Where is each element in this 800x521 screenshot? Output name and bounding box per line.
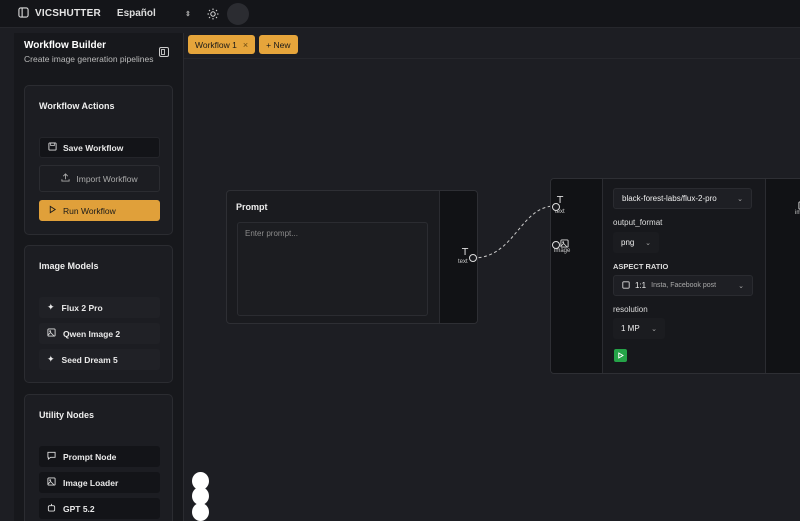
prompt-node-title: Prompt <box>236 202 268 212</box>
run-node-button[interactable] <box>614 349 627 362</box>
square-icon <box>622 280 630 291</box>
model-select[interactable]: black-forest-labs/flux-2-pro ⌄ <box>613 188 752 209</box>
prompt-textarea[interactable]: Enter prompt... <box>237 222 428 316</box>
aspect-ratio-select[interactable]: 1:1 Insta, Facebook post ⌄ <box>613 275 753 296</box>
prompt-node[interactable]: Prompt Enter prompt... T text <box>226 190 478 324</box>
aspect-ratio-value: 1:1 <box>635 281 647 290</box>
aspect-ratio-label: ASPECT RATIO <box>613 262 669 271</box>
chevron-down-icon: ⌄ <box>645 239 651 247</box>
cursor-blob <box>192 503 209 521</box>
output-format-select[interactable]: png ⌄ <box>613 232 659 253</box>
output-port-text[interactable] <box>469 254 477 262</box>
text-type-icon: T <box>462 247 469 258</box>
resolution-label: resolution <box>613 305 648 314</box>
model-node-outputs-panel: im <box>765 179 800 373</box>
model-select-value: black-forest-labs/flux-2-pro <box>622 194 717 203</box>
aspect-ratio-hint: Insta, Facebook post <box>651 282 717 289</box>
model-node-inputs-panel: T text image <box>551 179 603 373</box>
chevron-down-icon: ⌄ <box>738 282 744 290</box>
output-format-value: png <box>621 238 635 247</box>
resolution-select[interactable]: 1 MP ⌄ <box>613 318 665 339</box>
output-format-label: output_format <box>613 218 663 227</box>
flux-model-node[interactable]: T text image black-forest-labs/flux-2-pr… <box>550 178 800 374</box>
input-port-image[interactable] <box>552 241 560 249</box>
resolution-value: 1 MP <box>621 324 640 333</box>
prompt-node-output-panel: T text <box>439 191 477 323</box>
chevron-down-icon: ⌄ <box>737 195 743 203</box>
output-port-label: text <box>458 259 468 265</box>
output-port-image-label: im <box>795 210 800 216</box>
input-port-text[interactable] <box>552 203 560 211</box>
play-icon <box>618 352 624 359</box>
chevron-down-icon: ⌄ <box>651 325 657 333</box>
